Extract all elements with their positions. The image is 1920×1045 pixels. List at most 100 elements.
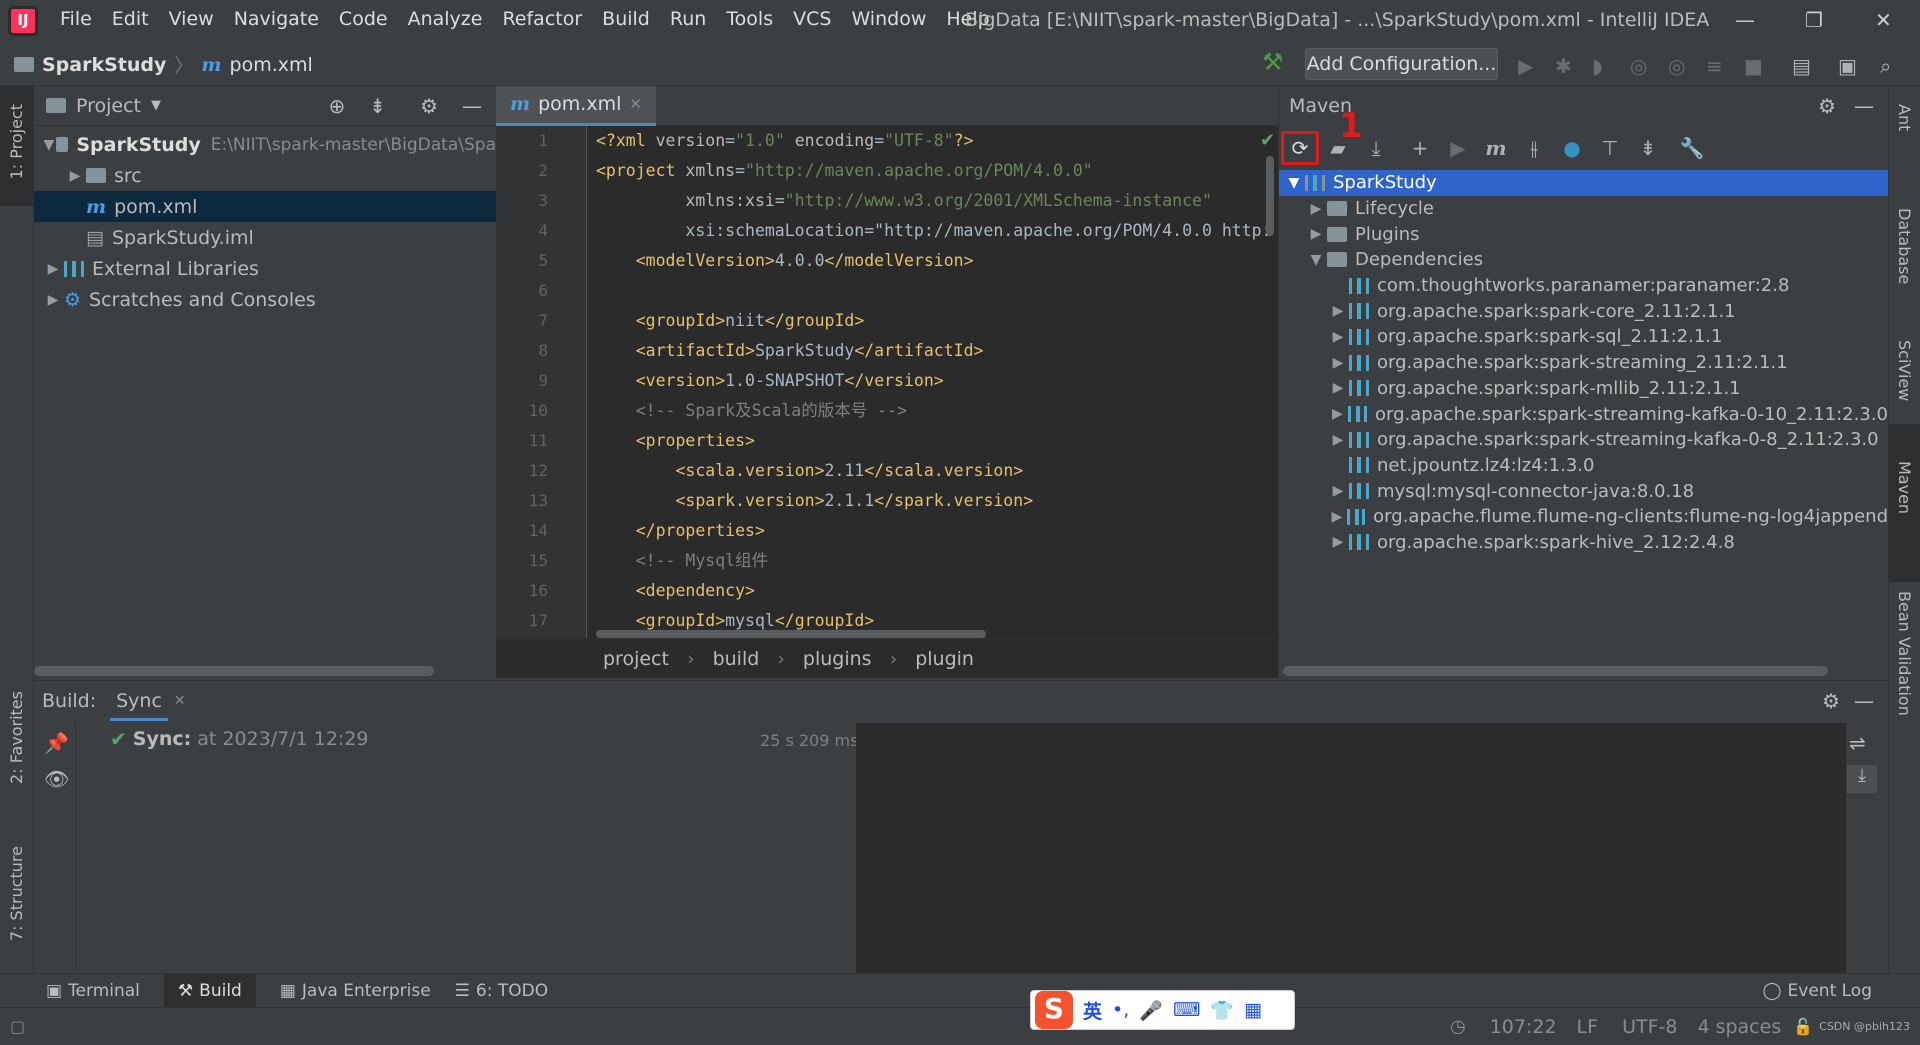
menu-edit[interactable]: Edit [112,8,149,30]
event-log-button[interactable]: ◯ Event Log [1763,981,1873,1001]
menu-vcs[interactable]: VCS [793,8,831,30]
tab-project[interactable]: 1: Project [7,104,26,179]
close-window-icon[interactable]: ✕ [1875,8,1892,32]
maven-tree-item[interactable]: ▶ org.apache.spark:spark-core_2.11:2.1.1 [1279,298,1888,324]
code-line[interactable]: <properties> [596,426,1276,456]
collapse-arrow-icon[interactable]: ▶ [1327,380,1349,396]
tab-sciview[interactable]: SciView [1895,340,1914,401]
tab-maven[interactable]: Maven [1895,461,1914,514]
code-line[interactable]: <scala.version>2.11</scala.version> [596,456,1276,486]
collapse-arrow-icon[interactable]: ▶ [1327,355,1349,371]
tab-ant[interactable]: Ant [1895,104,1914,131]
collapse-arrow-icon[interactable]: ▶ [1305,201,1327,217]
skin-shirt-icon[interactable]: 👕 [1210,999,1234,1022]
eye-icon[interactable]: 👁 [44,767,75,791]
maven-tree-item[interactable]: com.thoughtworks.paranamer:paranamer:2.8 [1279,273,1888,299]
code-line[interactable]: <?xml version="1.0" encoding="UTF-8"?> [596,126,1276,156]
restore-icon[interactable]: ❐ [1805,8,1823,32]
memory-indicator-icon[interactable]: ◷ [1450,1016,1466,1037]
tab-favorites[interactable]: 2: Favorites [7,691,26,784]
run-icon[interactable]: ▶ [1518,54,1533,78]
execute-maven-goal-icon[interactable]: m [1477,136,1515,160]
maven-tree-item[interactable]: ▶ org.apache.flume.flume-ng-clients:flume… [1279,504,1888,530]
code-line[interactable]: </properties> [596,516,1276,546]
code-horizontal-scrollbar[interactable] [596,630,986,638]
ime-punctuation[interactable]: •, [1112,999,1129,1021]
code-line[interactable]: <!-- Spark及Scala的版本号 --> [596,396,1276,426]
collapse-arrow-icon[interactable]: ▶ [1327,406,1348,422]
hide-panel-icon[interactable]: — [1854,94,1874,118]
close-tab-icon[interactable]: ✕ [629,95,642,113]
project-tree-item[interactable]: ▶ src [34,160,496,191]
maven-tree-item[interactable]: ▶ org.apache.spark:spark-streaming-kafka-… [1279,427,1888,453]
tab-todo[interactable]: ☰ 6: TODO [455,981,548,1001]
project-tree-item[interactable]: m pom.xml [34,191,496,222]
maven-tree-item[interactable]: ▶ org.apache.spark:spark-streaming_2.11:2… [1279,350,1888,376]
collapse-arrow-icon[interactable]: ▶ [1327,329,1349,345]
terminal-run-icon[interactable]: ▣ [1838,54,1857,78]
collapse-all-icon[interactable]: ⇟ [1629,136,1667,160]
code-line[interactable]: xsi:schemaLocation="http://maven.apache.… [596,216,1276,246]
sync-label[interactable]: Sync: [133,728,191,750]
code-line[interactable]: <modelVersion>4.0.0</modelVersion> [596,246,1276,276]
collapse-arrow-icon[interactable]: ▶ [1327,509,1347,525]
scroll-to-end-icon[interactable]: ⤓ [1847,765,1877,793]
build-output-console[interactable] [856,723,1846,973]
gear-icon[interactable]: ⚙ [1818,94,1836,118]
menu-run[interactable]: Run [670,8,706,30]
expand-arrow-icon[interactable]: ▼ [1283,175,1305,191]
project-tree-item[interactable]: ▶ ⚙ Scratches and Consoles [34,284,496,315]
tab-java-enterprise[interactable]: ▦ Java Enterprise [280,981,431,1001]
code-area[interactable]: <?xml version="1.0" encoding="UTF-8"?> <p… [596,126,1276,638]
build-config-icon[interactable]: ≡ [1706,54,1723,78]
menu-tools[interactable]: Tools [726,8,773,30]
project-tree-item[interactable]: ▶ External Libraries [34,253,496,284]
maven-tree-item[interactable]: ▼ Dependencies [1279,247,1888,273]
maven-horizontal-scrollbar[interactable] [1283,666,1828,676]
expand-arrow-icon[interactable]: ▼ [1305,252,1327,268]
collapse-arrow-icon[interactable]: ▶ [42,292,64,308]
line-separator[interactable]: LF [1577,1016,1599,1038]
collapse-arrow-icon[interactable]: ▶ [1327,432,1349,448]
chevron-down-icon[interactable]: ▼ [151,98,161,113]
code-line[interactable]: <project xmlns="http://maven.apache.org/… [596,156,1276,186]
code-line[interactable]: <version>1.0-SNAPSHOT</version> [596,366,1276,396]
collapse-arrow-icon[interactable]: ▶ [1327,534,1349,550]
toolbox-grid-icon[interactable]: ▦ [1244,999,1262,1021]
tab-database[interactable]: Database [1895,208,1914,284]
maven-tree-item[interactable]: ▶ org.apache.spark:spark-hive_2.12:2.4.8 [1279,530,1888,556]
caret-position[interactable]: 107:22 [1490,1016,1557,1038]
menu-window[interactable]: Window [851,8,926,30]
indent-setting[interactable]: 4 spaces [1697,1016,1781,1038]
breadcrumb-item[interactable]: build [713,648,760,670]
ime-language[interactable]: 英 [1083,997,1102,1024]
download-sources-icon[interactable]: ⤓ [1357,136,1395,160]
file-encoding[interactable]: UTF-8 [1622,1016,1677,1038]
code-line[interactable]: <groupId>niit</groupId> [596,306,1276,336]
menu-build[interactable]: Build [602,8,650,30]
vertical-scrollbar[interactable] [1266,156,1274,236]
maven-tree-item[interactable]: ▶ Lifecycle [1279,196,1888,222]
show-dependencies-icon[interactable]: ⊤ [1591,136,1629,160]
menu-analyze[interactable]: Analyze [408,8,483,30]
code-line[interactable] [596,276,1276,306]
keyboard-icon[interactable]: ⌨ [1173,999,1200,1021]
minimize-icon[interactable]: — [1735,8,1755,32]
collapse-arrow-icon[interactable]: ▶ [64,168,86,184]
menu-refactor[interactable]: Refactor [502,8,582,30]
project-structure-icon[interactable]: ▤ [1792,54,1811,78]
tab-structure[interactable]: 7: Structure [7,846,26,941]
collapse-arrow-icon[interactable]: ▶ [1327,303,1349,319]
microphone-icon[interactable]: 🎤 [1139,999,1163,1022]
tab-terminal[interactable]: ▣ Terminal [46,981,140,1001]
add-configuration-button[interactable]: Add Configuration... [1305,48,1498,80]
gear-icon[interactable]: ⚙ [1822,689,1840,713]
coverage-icon[interactable]: ◗ [1592,54,1603,78]
collapse-arrow-icon[interactable]: ▶ [42,261,64,277]
run-maven-build-icon[interactable]: ▶ [1439,136,1477,160]
project-tree-item[interactable]: ▤ SparkStudy.iml [34,222,496,253]
toggle-offline-icon[interactable]: ⫳ [1515,136,1553,160]
code-line[interactable]: <dependency> [596,576,1276,606]
code-line[interactable]: <spark.version>2.1.1</spark.version> [596,486,1276,516]
menu-file[interactable]: File [60,8,92,30]
